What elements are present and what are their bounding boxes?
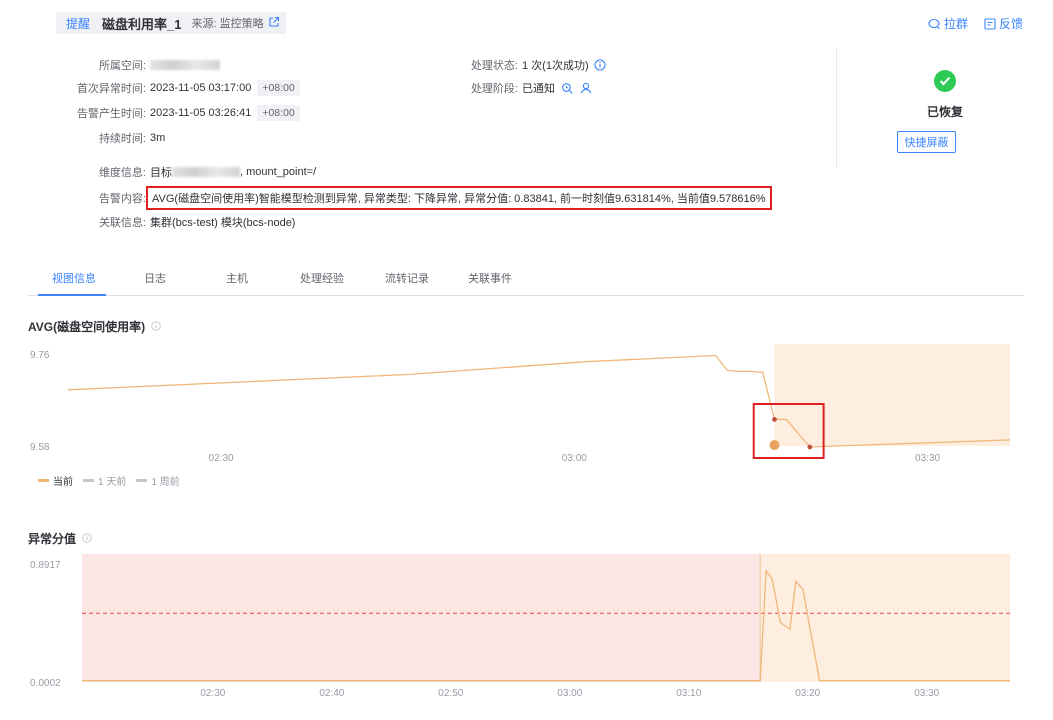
alert-time-value: 2023-11-05 03:26:41 <box>150 107 252 119</box>
y-tick-label: 0.8917 <box>30 560 61 571</box>
dimension-suffix: , mount_point=/ <box>240 166 317 178</box>
related-row: 关联信息: 集群(bcs-test) 模块(bcs-node) <box>60 214 296 230</box>
chart1-title-text: AVG(磁盘空间使用率) <box>28 320 146 334</box>
legend-label: 1 天前 <box>98 477 127 488</box>
group-chat-button[interactable]: 拉群 <box>928 15 968 32</box>
legend-swatch <box>136 479 148 482</box>
tab-experience[interactable]: 处理经验 <box>300 270 344 286</box>
tab-flow-records[interactable]: 流转记录 <box>385 270 429 286</box>
anomaly-range-band <box>760 554 1010 682</box>
dimension-target-redacted <box>172 167 240 177</box>
y-tick-label: 9.76 <box>30 350 50 361</box>
legend-item-1-week-ago[interactable]: 1 周前 <box>136 473 180 488</box>
alert-point <box>769 440 780 450</box>
x-tick-label: 03:00 <box>557 688 582 699</box>
group-chat-label: 拉群 <box>943 17 968 31</box>
check-circle-icon <box>934 70 956 92</box>
legend-swatch <box>38 479 49 482</box>
x-tick-label: 02:40 <box>319 688 344 699</box>
feedback-label: 反馈 <box>998 17 1023 31</box>
y-tick-label: 9.58 <box>30 442 50 453</box>
level-tag: 提醒 <box>66 16 91 31</box>
timezone-badge: +08:00 <box>257 105 300 121</box>
tab-logs[interactable]: 日志 <box>144 270 166 286</box>
status-card: 已恢复 快捷屏蔽 <box>836 48 1052 168</box>
feedback-button[interactable]: 反馈 <box>984 15 1023 32</box>
legend-label: 当前 <box>53 477 73 488</box>
chart1-title: AVG(磁盘空间使用率) <box>28 318 161 335</box>
space-value-redacted <box>150 60 220 70</box>
space-row: 所属空间: <box>60 57 220 73</box>
quick-shield-button[interactable]: 快捷屏蔽 <box>897 131 956 153</box>
tab-hosts[interactable]: 主机 <box>226 270 248 286</box>
info-icon[interactable] <box>594 59 606 71</box>
legend-swatch <box>83 479 94 482</box>
search-detail-icon[interactable] <box>561 82 574 95</box>
anomaly-point <box>807 444 813 450</box>
tab-view-info[interactable]: 视图信息 <box>52 270 96 286</box>
duration-value: 3m <box>150 132 166 144</box>
user-icon[interactable] <box>580 82 592 94</box>
feedback-icon <box>984 17 996 30</box>
chart2-title: 异常分值 <box>28 530 92 547</box>
duration-row: 持续时间: 3m <box>60 130 165 146</box>
anomaly-range-band <box>774 344 1010 446</box>
dimension-label: 维度信息: <box>98 167 146 179</box>
first-abnormal-value: 2023-11-05 03:17:00 <box>150 82 252 94</box>
legend-label: 1 周前 <box>151 477 180 488</box>
source-link[interactable]: 来源: 监控策略 <box>191 15 279 31</box>
first-abnormal-row: 首次异常时间: 2023-11-05 03:17:00 +08:00 <box>60 80 300 96</box>
source-label: 来源: 监控策略 <box>191 18 264 30</box>
content-label: 告警内容: <box>98 193 146 205</box>
handle-status-row: 处理状态: 1 次(1次成功) <box>420 57 606 73</box>
header-actions: 拉群 反馈 <box>928 15 1023 32</box>
detail-tabs: 视图信息 日志 主机 处理经验 流转记录 关联事件 <box>28 256 1024 296</box>
chart1-info-icon[interactable] <box>151 320 161 334</box>
dimension-row: 维度信息: 目标 , mount_point=/ <box>60 164 316 180</box>
x-tick-label: 03:10 <box>676 688 701 699</box>
related-label: 关联信息: <box>98 217 146 229</box>
handle-stage-value: 已通知 <box>522 83 555 95</box>
dimension-prefix: 目标 <box>150 167 172 179</box>
external-link-icon[interactable] <box>268 16 280 31</box>
alert-time-row: 告警产生时间: 2023-11-05 03:26:41 +08:00 <box>60 105 300 121</box>
x-tick-label: 02:30 <box>200 688 225 699</box>
legend-item-current[interactable]: 当前 <box>38 473 73 488</box>
handle-status-value: 1 次(1次成功) <box>522 60 589 72</box>
chart2-info-icon[interactable] <box>82 532 92 546</box>
anomaly-point <box>772 417 777 422</box>
chat-icon <box>928 18 940 29</box>
disk-usage-chart: 9.76 9.58 02:30 03:00 03:30 <box>30 344 1011 464</box>
x-tick-label: 02:30 <box>209 453 234 464</box>
recovered-status: 已恢复 <box>926 105 963 119</box>
first-abnormal-label: 首次异常时间: <box>76 83 146 95</box>
handle-stage-row: 处理阶段: 已通知 <box>420 80 592 96</box>
chart2-title-text: 异常分值 <box>28 532 77 546</box>
x-tick-label: 03:00 <box>562 453 587 464</box>
alert-content-highlight: AVG(磁盘空间使用率)智能模型检测到异常, 异常类型: 下降异常, 异常分值:… <box>146 186 772 210</box>
content-row: 告警内容: AVG(磁盘空间使用率)智能模型检测到异常, 异常类型: 下降异常,… <box>60 186 772 210</box>
handle-status-label: 处理状态: <box>470 60 518 72</box>
related-value: 集群(bcs-test) 模块(bcs-node) <box>150 217 296 229</box>
alert-header: 提醒 磁盘利用率_1 来源: 监控策略 <box>56 12 286 34</box>
y-tick-label: 0.0002 <box>30 678 61 689</box>
x-tick-label: 03:30 <box>914 688 939 699</box>
space-label: 所属空间: <box>98 60 146 72</box>
x-tick-label: 03:20 <box>795 688 820 699</box>
anomaly-score-chart: 0.8917 0.0002 02:30 02:40 02:50 03:00 03:10 03:… <box>30 554 1010 699</box>
x-tick-label: 03:30 <box>915 453 940 464</box>
duration-label: 持续时间: <box>98 133 146 145</box>
x-tick-label: 02:50 <box>438 688 463 699</box>
timezone-badge: +08:00 <box>257 80 300 96</box>
chart1-legend: 当前 1 天前 1 周前 <box>38 473 180 488</box>
active-tab-indicator <box>38 294 106 296</box>
tab-related-events[interactable]: 关联事件 <box>468 270 512 286</box>
legend-item-1-day-ago[interactable]: 1 天前 <box>83 473 126 488</box>
handle-stage-label: 处理阶段: <box>470 83 518 95</box>
alert-title: 磁盘利用率_1 <box>102 16 182 32</box>
alert-time-label: 告警产生时间: <box>76 108 146 120</box>
